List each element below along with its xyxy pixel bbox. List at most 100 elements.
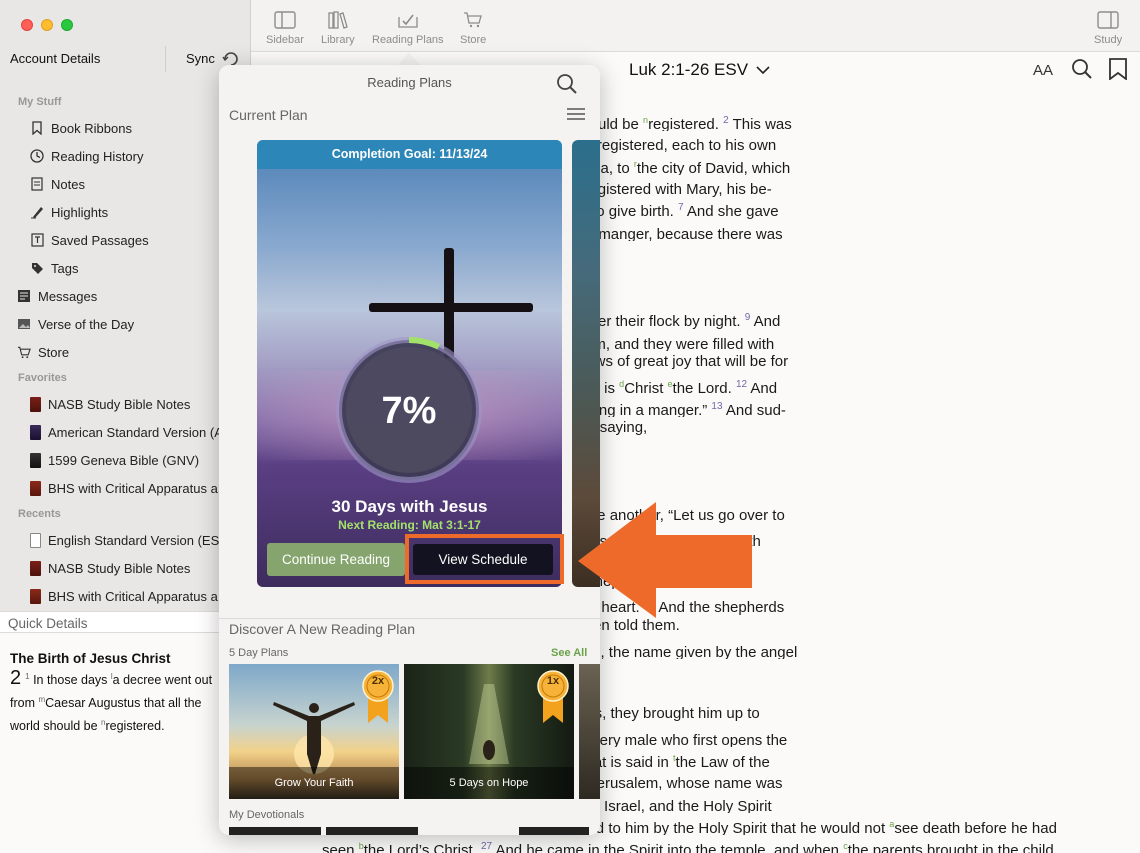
current-plan-card[interactable]: Completion Goal: 11/13/24 7% 30 Days wit… [257,140,562,587]
sidebar-item-label: Saved Passages [51,232,149,248]
verse-text: see death before he had [894,820,1057,835]
my-stuff-header: My Stuff [18,96,62,108]
completion-goal: Completion Goal: 11/13/24 [257,140,562,169]
sidebar-item-verse-of-the-day[interactable]: Verse of the Day [17,314,134,334]
sidebar-item-recent[interactable]: English Standard Version (ES [30,530,219,550]
sidebar-item-label: Verse of the Day [38,316,135,332]
book-cover-icon [30,560,41,576]
bookmark-icon[interactable] [1108,58,1128,80]
book-cover-icon [30,452,41,468]
search-icon[interactable] [1071,58,1093,80]
verse-text: Christ [624,380,668,395]
my-devotionals-header: My Devotionals [229,809,305,821]
plan-thumbnail[interactable] [579,664,600,799]
verse-text: “Every male who first opens the [577,732,788,747]
verse-text: And she gave [683,203,779,219]
window-controls [21,19,73,31]
sidebar-item-favorite[interactable]: 1599 Geneva Bible (GNV) [30,450,199,470]
sidebar-item-favorite[interactable]: American Standard Version (A [30,422,223,442]
verse-text: world should be [10,719,102,734]
note-icon [30,177,44,191]
sidebar-icon [273,10,297,30]
quick-details-header[interactable]: Quick Details [0,611,251,633]
zoom-window-button[interactable] [61,19,73,31]
sidebar-item-favorite[interactable]: BHS with Critical Apparatus a [30,478,218,498]
reading-plans-toolbar-button[interactable]: Reading Plans [372,10,444,46]
quick-details-text: 21 In those days la decree went out from… [10,667,240,736]
divider [165,46,166,72]
verse-number[interactable]: 12 [736,379,747,390]
sidebar-item-label: Store [38,344,70,360]
verse-text: Caesar Augustus that all the [45,696,202,711]
verse-number[interactable]: 13 [711,401,722,412]
verse-text: registered. [648,116,724,131]
list-icon[interactable] [566,107,586,121]
minimize-window-button[interactable] [41,19,53,31]
verse-number: 1 [25,672,30,681]
image-icon [17,317,31,331]
passage-icon [30,233,44,247]
passage-selector[interactable]: Luk 2:1-26 ESV [629,60,770,80]
store-toolbar-button[interactable]: Store [460,10,486,46]
sidebar-item-store[interactable]: Store [17,342,69,362]
sidebar-item-label: NASB Study Bible Notes [48,560,191,576]
sidebar-item-label: Messages [38,288,98,304]
sidebar-item-highlights[interactable]: Highlights [30,202,108,222]
search-icon[interactable] [556,73,578,95]
devotional-thumbnail[interactable] [519,827,589,835]
devotional-thumbnail[interactable] [229,827,321,835]
light-beam [469,684,509,764]
sidebar-item-label: Highlights [51,204,109,220]
sidebar-item-tags[interactable]: Tags [30,258,78,278]
plan-thumbnail[interactable]: 1x 5 Days on Hope [404,664,574,799]
study-icon [1096,10,1120,30]
verse-text: the city of David, which [636,160,791,175]
sidebar-item-saved-passages[interactable]: Saved Passages [30,230,149,250]
sidebar-item-notes[interactable]: Notes [30,174,85,194]
toolbar-label: Sidebar [266,34,304,46]
verse-number[interactable]: 27 [481,841,492,852]
devotional-thumbnail[interactable] [326,827,418,835]
plan-title: 5 Days on Hope [404,767,574,799]
sidebar-item-recent[interactable]: NASB Study Bible Notes [30,558,190,578]
chevron-down-icon [756,66,770,75]
popover-title: Reading Plans [367,75,452,90]
see-all-link[interactable]: See All [551,647,587,659]
verse-text: the Lord. [672,380,736,395]
account-details-button[interactable]: Account Details [10,51,100,66]
study-toolbar-button[interactable]: Study [1094,10,1122,46]
highlighter-icon [30,205,44,219]
bookmark-icon [30,121,44,135]
verse-text: This was [728,116,792,131]
cart-icon [461,10,485,30]
text-size-button[interactable]: AA [1033,62,1053,79]
continue-reading-button[interactable]: Continue Reading [267,543,405,576]
verse-text: And [747,380,778,395]
badge-count: 2x [371,675,385,687]
sidebar-item-reading-history[interactable]: Reading History [30,146,144,166]
favorites-header: Favorites [18,372,67,384]
sidebar-item-label: Notes [51,176,85,192]
verse-text: a decree went out [112,673,213,688]
sync-button[interactable]: Sync [186,51,215,66]
bible-line[interactable]: seen bthe Lord’s Christ. 27 And he came … [322,835,1072,853]
sidebar-item-recent[interactable]: BHS with Critical Apparatus a [30,586,218,606]
verse-text: In those days [33,673,111,688]
sidebar-item-book-ribbons[interactable]: Book Ribbons [30,118,132,138]
reading-plans-icon [396,10,420,30]
sidebar-item-label: 1599 Geneva Bible (GNV) [48,452,200,468]
five-day-plans-header: 5 Day Plans [229,647,289,659]
reading-plans-popover: Reading Plans Current Plan Completion Go… [219,65,600,835]
library-toolbar-button[interactable]: Library [321,10,355,46]
progress-percent: 7% [381,390,437,432]
sidebar-item-label: NASB Study Bible Notes [48,396,191,412]
chapter-number: 2 [10,667,22,690]
sidebar-toolbar-button[interactable]: Sidebar [266,10,304,46]
person-silhouette [273,702,355,774]
book-cover-icon [30,588,41,604]
sidebar-item-messages[interactable]: Messages [17,286,97,306]
plan-thumbnail[interactable]: 2x Grow Your Faith [229,664,399,799]
sidebar-item-favorite[interactable]: NASB Study Bible Notes [30,394,190,414]
verse-text: And sud- [722,402,786,417]
close-window-button[interactable] [21,19,33,31]
